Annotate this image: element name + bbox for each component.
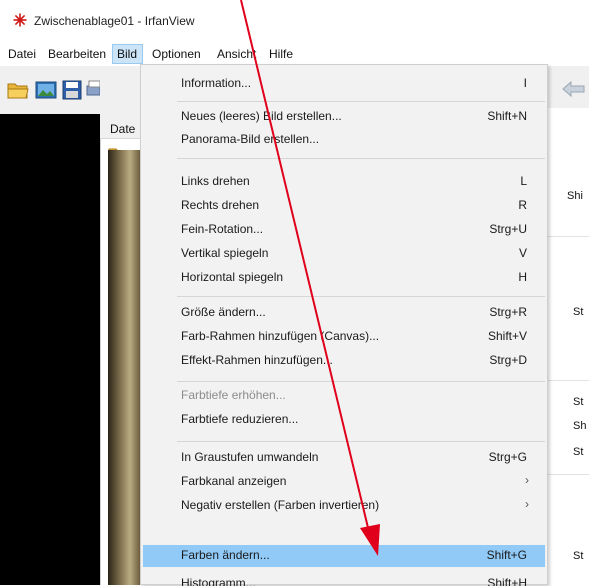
menu-item-histogramm[interactable]: Histogramm... Shift+H bbox=[141, 573, 547, 586]
menu-item-label: Farbtiefe erhöhen... bbox=[181, 388, 286, 402]
image-icon[interactable] bbox=[34, 78, 58, 102]
submenu-arrow-icon: › bbox=[525, 473, 529, 487]
menu-item-shortcut: Shift+N bbox=[487, 109, 527, 123]
background-shortcut-text: Sh bbox=[573, 420, 587, 432]
menu-item-shortcut: H bbox=[518, 270, 527, 284]
menu-bar: Datei Bearbeiten Bild Optionen Ansicht H… bbox=[0, 44, 589, 64]
menu-item-vertikal-spiegeln[interactable]: Vertikal spiegeln V bbox=[141, 243, 547, 265]
menu-separator bbox=[177, 441, 545, 442]
menu-item-label: Effekt-Rahmen hinzufügen... bbox=[181, 353, 333, 367]
menu-item-negativ-erstellen[interactable]: Negativ erstellen (Farben invertieren) › bbox=[141, 495, 547, 517]
background-shortcut-panel bbox=[548, 108, 589, 585]
background-shortcut-text: St bbox=[573, 446, 584, 458]
menu-item-panorama[interactable]: Panorama-Bild erstellen... bbox=[141, 129, 547, 151]
menu-item-rechts-drehen[interactable]: Rechts drehen R bbox=[141, 195, 547, 217]
menu-ansicht[interactable]: Ansicht bbox=[213, 44, 260, 64]
menu-separator bbox=[177, 296, 545, 297]
background-dialog-label: Date bbox=[110, 122, 136, 136]
menu-item-shortcut: Strg+R bbox=[489, 305, 527, 319]
menu-item-label: Negativ erstellen (Farben invertieren) bbox=[181, 498, 380, 512]
menu-item-farben-aendern[interactable]: Farben ändern... Shift+G bbox=[143, 545, 545, 567]
menu-hilfe[interactable]: Hilfe bbox=[265, 44, 297, 64]
print-icon[interactable] bbox=[86, 78, 100, 102]
menu-item-label: Rechts drehen bbox=[181, 198, 260, 212]
back-arrow-icon[interactable] bbox=[560, 78, 586, 100]
menu-item-shortcut: Shift+G bbox=[486, 548, 527, 562]
menu-separator bbox=[177, 381, 545, 382]
menu-bild[interactable]: Bild bbox=[112, 44, 143, 64]
background-shortcut-text: St bbox=[573, 396, 584, 408]
menu-separator bbox=[177, 158, 545, 159]
menu-item-farbkanal-anzeigen[interactable]: Farbkanal anzeigen › bbox=[141, 471, 547, 493]
menu-separator bbox=[177, 101, 545, 102]
background-shortcut-text: St bbox=[573, 306, 584, 318]
irfanview-logo-icon bbox=[13, 13, 27, 27]
menu-item-shortcut: Strg+G bbox=[488, 450, 527, 464]
open-folder-icon[interactable] bbox=[6, 78, 30, 102]
menu-bearbeiten[interactable]: Bearbeiten bbox=[44, 44, 110, 64]
menu-item-shortcut: Shift+V bbox=[487, 329, 527, 343]
menu-item-shortcut: Strg+U bbox=[489, 222, 527, 236]
menu-item-shortcut: V bbox=[518, 246, 527, 260]
title-bar: Zwischenablage01 - IrfanView bbox=[0, 0, 589, 40]
menu-item-label: Farben ändern... bbox=[181, 548, 270, 562]
menu-item-label: In Graustufen umwandeln bbox=[181, 450, 319, 464]
menu-item-shortcut: I bbox=[523, 76, 527, 90]
menu-datei[interactable]: Datei bbox=[4, 44, 40, 64]
menu-item-shortcut: L bbox=[520, 174, 527, 188]
menu-item-farbtiefe-reduzieren[interactable]: Farbtiefe reduzieren... bbox=[141, 409, 547, 431]
menu-item-label: Neues (leeres) Bild erstellen... bbox=[181, 109, 342, 123]
menu-item-neues-bild[interactable]: Neues (leeres) Bild erstellen... Shift+N bbox=[141, 106, 547, 128]
background-shortcut-text: St bbox=[573, 550, 584, 562]
bild-dropdown-menu: Information... I Neues (leeres) Bild ers… bbox=[140, 64, 548, 586]
menu-item-label: Vertikal spiegeln bbox=[181, 246, 269, 260]
menu-item-label: Panorama-Bild erstellen... bbox=[181, 132, 320, 146]
separator bbox=[548, 474, 589, 475]
menu-item-label: Horizontal spiegeln bbox=[181, 270, 284, 284]
menu-item-shortcut: Strg+D bbox=[489, 353, 527, 367]
menu-optionen[interactable]: Optionen bbox=[148, 44, 205, 64]
menu-item-information[interactable]: Information... I bbox=[141, 73, 547, 95]
menu-item-fein-rotation[interactable]: Fein-Rotation... Strg+U bbox=[141, 219, 547, 241]
menu-item-farb-rahmen[interactable]: Farb-Rahmen hinzufügen (Canvas)... Shift… bbox=[141, 326, 547, 348]
menu-item-effekt-rahmen[interactable]: Effekt-Rahmen hinzufügen... Strg+D bbox=[141, 350, 547, 372]
menu-item-groesse-aendern[interactable]: Größe ändern... Strg+R bbox=[141, 302, 547, 324]
menu-item-shortcut: R bbox=[518, 198, 527, 212]
menu-item-label: Information... bbox=[181, 76, 252, 90]
submenu-arrow-icon: › bbox=[525, 497, 529, 511]
separator bbox=[548, 380, 589, 381]
menu-item-label: Farbkanal anzeigen bbox=[181, 474, 287, 488]
menu-item-label: Farbtiefe reduzieren... bbox=[181, 412, 299, 426]
menu-item-farbtiefe-erhoehen: Farbtiefe erhöhen... bbox=[141, 385, 547, 407]
menu-item-label: Fein-Rotation... bbox=[181, 222, 264, 236]
window-title: Zwischenablage01 - IrfanView bbox=[34, 14, 195, 28]
menu-item-horizontal-spiegeln[interactable]: Horizontal spiegeln H bbox=[141, 267, 547, 289]
menu-item-graustufen[interactable]: In Graustufen umwandeln Strg+G bbox=[141, 447, 547, 469]
menu-item-label: Größe ändern... bbox=[181, 305, 266, 319]
menu-item-links-drehen[interactable]: Links drehen L bbox=[141, 171, 547, 193]
background-shortcut-text: Shi bbox=[567, 190, 583, 202]
menu-item-label: Links drehen bbox=[181, 174, 250, 188]
menu-item-label: Farb-Rahmen hinzufügen (Canvas)... bbox=[181, 329, 380, 343]
save-icon[interactable] bbox=[60, 78, 84, 102]
separator bbox=[548, 236, 589, 237]
